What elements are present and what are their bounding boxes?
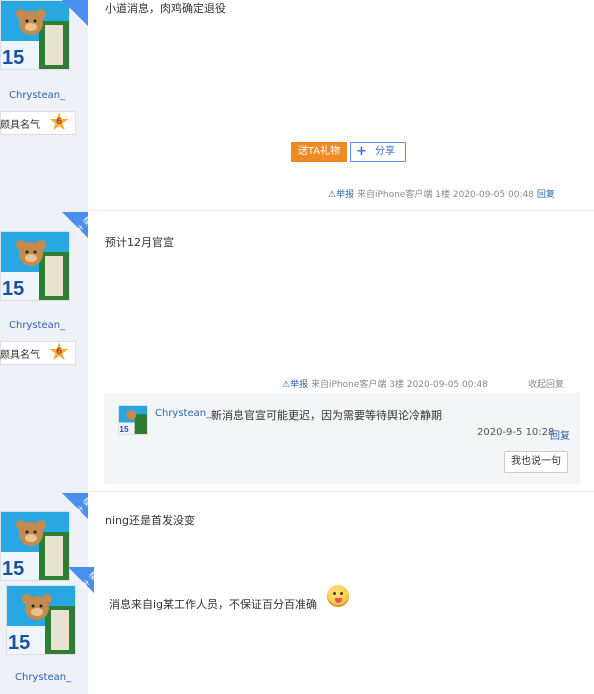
reply-username[interactable]: Chrystean_: bbox=[155, 408, 214, 419]
timestamp: 2020-09-05 00:48 bbox=[452, 190, 534, 200]
username[interactable]: Chrystean_ bbox=[15, 672, 71, 683]
client-label: 来自iPhone客户端 bbox=[356, 190, 433, 200]
post-content: 预计12月官宣 bbox=[105, 236, 174, 249]
post-content: 消息来自ig某工作人员，不保证百分百准确 bbox=[109, 598, 318, 611]
reply-link[interactable]: 回复 bbox=[537, 190, 555, 200]
post-content: ning还是首发没变 bbox=[105, 514, 195, 527]
report-link[interactable]: ⚠举报 bbox=[328, 190, 354, 200]
reply-text: 新消息官宣可能更迟，因为需要等待舆论冷静期 bbox=[211, 409, 442, 422]
avatar[interactable]: 15 bbox=[6, 585, 76, 655]
avatar[interactable]: 15 bbox=[0, 0, 70, 70]
svg-text:15: 15 bbox=[8, 632, 30, 654]
level-number: 6 bbox=[56, 347, 63, 357]
plus-icon: + bbox=[356, 144, 367, 159]
op-badge: 楼主 bbox=[68, 567, 99, 593]
share-label: 分享 bbox=[375, 146, 395, 157]
client-label: 来自iPhone客户端 bbox=[310, 380, 387, 390]
post-divider bbox=[0, 210, 594, 211]
popularity-label: 颇具名气 bbox=[0, 120, 40, 131]
collapse-replies-link[interactable]: 收起回复 bbox=[528, 377, 564, 390]
op-badge: 楼主 bbox=[62, 212, 93, 238]
svg-text:15: 15 bbox=[119, 425, 129, 434]
op-badge: 楼主 bbox=[62, 493, 93, 519]
svg-text:15: 15 bbox=[2, 558, 24, 580]
add-reply-button[interactable]: 我也说一句 bbox=[504, 451, 568, 473]
username[interactable]: Chrystean_ bbox=[9, 90, 65, 101]
avatar[interactable]: 15 bbox=[0, 511, 70, 581]
floor-label: 3楼 bbox=[389, 380, 404, 390]
svg-text:15: 15 bbox=[2, 278, 24, 300]
tongue-out-emoji-icon bbox=[327, 585, 349, 607]
corner-badge bbox=[62, 0, 88, 26]
level-number: 6 bbox=[56, 117, 63, 127]
username[interactable]: Chrystean_ bbox=[9, 320, 65, 331]
post-divider bbox=[0, 491, 594, 492]
gift-button[interactable]: 送TA礼物 bbox=[291, 142, 347, 162]
post-content: 小道消息，肉鸡确定退役 bbox=[105, 2, 226, 15]
floor-label: 1楼 bbox=[435, 190, 450, 200]
post-meta: ⚠举报 来自iPhone客户端 1楼 2020-09-05 00:48 回复 bbox=[328, 187, 555, 200]
share-button[interactable]: + 分享 bbox=[350, 142, 406, 162]
reply-avatar[interactable]: 15 bbox=[118, 405, 148, 435]
popularity-label: 颇具名气 bbox=[0, 350, 40, 361]
report-link[interactable]: ⚠举报 bbox=[282, 380, 308, 390]
timestamp: 2020-09-05 00:48 bbox=[406, 380, 488, 390]
reply-link[interactable]: 回复 bbox=[550, 427, 570, 442]
svg-text:15: 15 bbox=[2, 47, 24, 69]
reply-time: 2020-9-5 10:28 bbox=[477, 427, 555, 438]
post-meta: ⚠举报 来自iPhone客户端 3楼 2020-09-05 00:48 bbox=[282, 377, 488, 390]
avatar[interactable]: 15 bbox=[0, 231, 70, 301]
